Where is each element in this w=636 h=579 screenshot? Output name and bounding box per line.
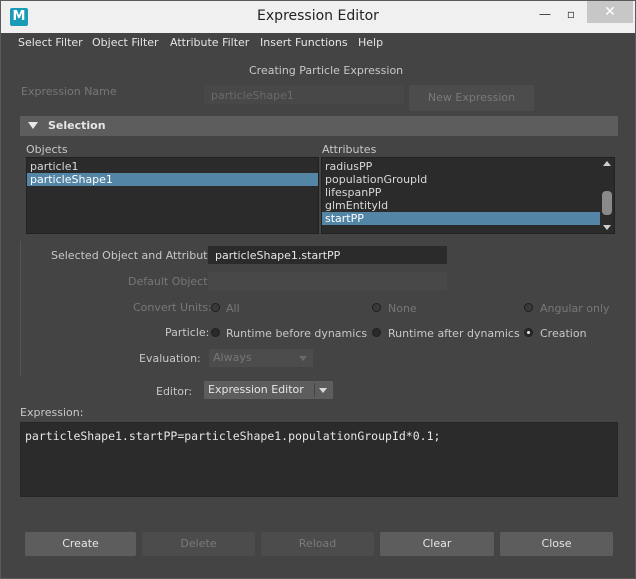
chevron-down-icon xyxy=(299,356,307,361)
creation-radio[interactable] xyxy=(524,328,533,337)
list-item[interactable]: radiusPP xyxy=(322,160,600,173)
expression-name-label: Expression Name xyxy=(21,85,117,98)
objects-list[interactable]: particle1 particleShape1 xyxy=(26,157,319,234)
clear-button[interactable]: Clear xyxy=(380,532,494,556)
expression-name-field[interactable]: particleShape1 xyxy=(204,86,404,104)
collapse-triangle-icon[interactable] xyxy=(28,122,38,129)
list-item[interactable]: particle1 xyxy=(27,160,318,173)
menu-help[interactable]: Help xyxy=(358,36,383,49)
mode-text: Creating Particle Expression xyxy=(249,64,404,77)
delete-button[interactable]: Delete xyxy=(142,532,255,556)
menu-attribute-filter[interactable]: Attribute Filter xyxy=(170,36,249,49)
convert-none-label: None xyxy=(388,302,417,315)
default-object-field[interactable] xyxy=(208,272,447,290)
selected-object-field[interactable]: particleShape1.startPP xyxy=(208,246,447,264)
list-item-selected[interactable]: startPP xyxy=(322,212,600,225)
menu-bar: Select Filter Object Filter Attribute Fi… xyxy=(1,33,635,53)
list-item-selected[interactable]: particleShape1 xyxy=(27,173,318,186)
evaluation-dropdown[interactable]: Always xyxy=(209,349,313,367)
creation-label: Creation xyxy=(540,327,587,340)
editor-value: Expression Editor xyxy=(208,383,304,396)
convert-units-label: Convert Units: xyxy=(133,301,212,314)
title-bar: M Expression Editor — ▫ ✕ xyxy=(1,1,635,33)
selection-panel-header[interactable]: Selection xyxy=(20,116,618,136)
selection-panel-title: Selection xyxy=(48,119,106,132)
expression-editor-window: M Expression Editor — ▫ ✕ Select Filter … xyxy=(0,0,636,579)
close-window-button[interactable]: ✕ xyxy=(587,1,633,23)
convert-none-radio[interactable] xyxy=(372,303,381,312)
evaluation-label: Evaluation: xyxy=(139,352,201,365)
reload-button[interactable]: Reload xyxy=(261,532,374,556)
expression-code-editor[interactable]: particleShape1.startPP=particleShape1.po… xyxy=(20,422,618,497)
menu-insert-functions[interactable]: Insert Functions xyxy=(260,36,348,49)
chevron-down-icon xyxy=(319,388,327,393)
particle-label: Particle: xyxy=(165,326,210,339)
convert-angular-label: Angular only xyxy=(540,302,610,315)
list-item[interactable]: populationGroupId xyxy=(322,173,600,186)
runtime-before-radio[interactable] xyxy=(211,328,220,337)
minimize-button[interactable]: — xyxy=(531,5,559,23)
runtime-after-label: Runtime after dynamics xyxy=(388,327,520,340)
scroll-thumb[interactable] xyxy=(602,191,612,215)
expression-label: Expression: xyxy=(20,406,84,419)
menu-select-filter[interactable]: Select Filter xyxy=(18,36,83,49)
convert-all-label: All xyxy=(226,302,240,315)
close-button[interactable]: Close xyxy=(500,532,613,556)
default-object-label: Default Object: xyxy=(128,275,212,288)
attributes-scrollbar[interactable] xyxy=(601,159,613,232)
evaluation-value: Always xyxy=(213,351,252,364)
attributes-label: Attributes xyxy=(322,143,377,156)
editor-label: Editor: xyxy=(156,385,193,398)
attributes-list[interactable]: radiusPP populationGroupId lifespanPP gl… xyxy=(321,157,615,234)
scroll-down-arrow-icon[interactable] xyxy=(603,225,611,230)
runtime-after-radio[interactable] xyxy=(372,328,381,337)
new-expression-button[interactable]: New Expression xyxy=(409,85,534,111)
selected-object-label: Selected Object and Attribute: xyxy=(51,249,218,262)
list-item[interactable]: lifespanPP xyxy=(322,186,600,199)
menu-object-filter[interactable]: Object Filter xyxy=(92,36,159,49)
convert-angular-radio[interactable] xyxy=(524,303,533,312)
maximize-button[interactable]: ▫ xyxy=(557,5,585,23)
runtime-before-label: Runtime before dynamics xyxy=(226,327,368,340)
create-button[interactable]: Create xyxy=(25,532,136,556)
dropdown-separator xyxy=(314,383,315,397)
scroll-up-arrow-icon[interactable] xyxy=(603,161,611,166)
editor-dropdown[interactable]: Expression Editor xyxy=(204,381,333,399)
objects-label: Objects xyxy=(26,143,68,156)
convert-all-radio[interactable] xyxy=(211,303,220,312)
list-item[interactable]: glmEntityId xyxy=(322,199,600,212)
